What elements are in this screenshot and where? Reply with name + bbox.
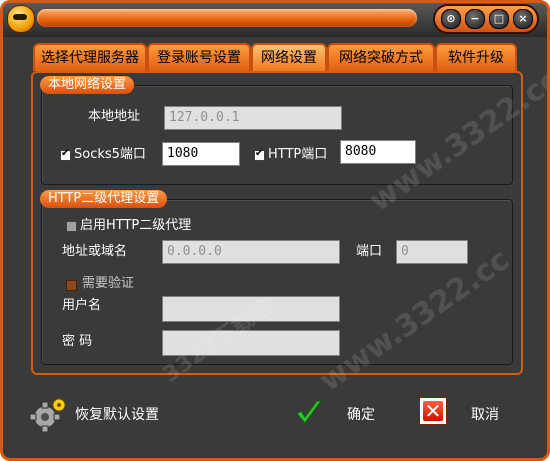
tab-network-breakthrough[interactable]: 网络突破方式 [327,43,435,71]
tab-login-account[interactable]: 登录账号设置 [147,43,251,71]
local-address-field[interactable]: 127.0.0.1 [164,106,342,130]
tab-select-proxy[interactable]: 选择代理服务器 [33,43,147,71]
tab-software-update[interactable]: 软件升级 [435,43,517,71]
restore-defaults-button[interactable]: 恢复默认设置 [75,405,159,425]
menu-icon[interactable]: ⊙ [441,9,461,29]
http-port-checkbox[interactable] [254,148,265,161]
ok-button[interactable]: 确定 [347,405,375,425]
title-bar[interactable]: ⊙ − □ × [3,3,547,37]
proxy-port-field[interactable]: 0 [396,240,468,264]
cancel-button[interactable]: 取消 [471,405,499,425]
window-controls: ⊙ − □ × [435,6,537,32]
enable-proxy-label: 启用HTTP二级代理 [80,218,192,233]
socks5-port-field[interactable]: 1080 [162,142,240,166]
tab-network-settings[interactable]: 网络设置 [251,43,327,71]
checkmark-icon[interactable] [295,399,323,427]
cancel-icon[interactable]: ✕ [419,397,447,425]
maximize-button[interactable]: □ [489,9,509,29]
socks5-checkbox[interactable] [60,148,71,161]
http-proxy-title: HTTP二级代理设置 [40,190,168,208]
socks5-port-label: Socks5端口 [74,147,146,162]
local-network-title: 本地网络设置 [40,76,135,94]
proxy-host-label: 地址或域名 [62,244,128,259]
proxy-host-field[interactable]: 0.0.0.0 [162,240,340,264]
close-button[interactable]: × [513,9,533,29]
settings-window: ⊙ − □ × 选择代理服务器 登录账号设置 网络设置 网络突破方式 软件升级 … [0,0,550,461]
http-port-label: HTTP端口 [268,147,328,162]
footer-bar: 恢复默认设置 确定 ✕ 取消 [3,373,547,453]
username-label: 用户名 [62,298,102,313]
require-auth-label: 需要验证 [82,276,135,291]
enable-proxy-checkbox[interactable] [66,221,77,232]
minimize-button[interactable]: − [465,9,485,29]
gear-icon[interactable] [29,395,69,435]
require-auth-checkbox[interactable] [66,280,77,291]
title-stripe [37,9,417,27]
app-logo-icon [7,5,35,33]
proxy-port-label: 端口 [356,244,383,259]
local-address-label: 本地地址 [88,109,141,124]
network-settings-panel: 本地网络设置 本地地址 127.0.0.1 Socks5端口 1080 HTTP… [31,71,523,375]
password-label: 密 码 [62,334,93,349]
